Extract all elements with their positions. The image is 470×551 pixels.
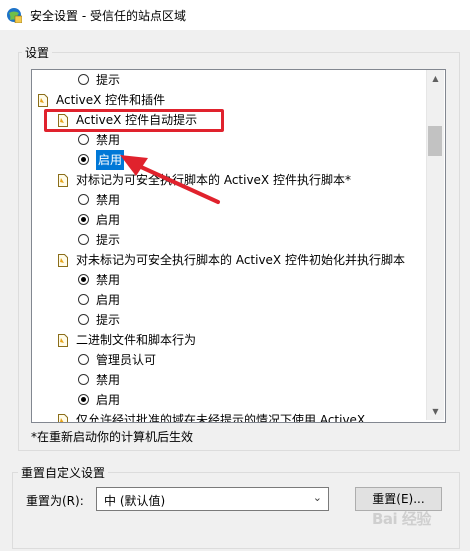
chevron-down-icon: ⌄ [312, 491, 322, 504]
radio-button[interactable] [78, 134, 89, 145]
settings-document-icon [38, 93, 48, 107]
radio-button[interactable] [78, 274, 89, 285]
setting-label: 对未标记为可安全执行脚本的 ActiveX 控件初始化并执行脚本 [76, 253, 405, 267]
settings-document-icon [58, 413, 68, 422]
title-bar: 安全设置 - 受信任的站点区域 [0, 0, 470, 30]
settings-group-label: 设置 [22, 44, 53, 61]
settings-document-icon [58, 173, 68, 187]
settings-document-icon [58, 333, 68, 347]
option-label: 启用 [96, 293, 121, 307]
radio-button[interactable] [78, 394, 89, 405]
scroll-thumb[interactable] [428, 126, 442, 156]
annotation-arrow-icon [120, 155, 220, 204]
radio-button[interactable] [78, 294, 89, 305]
option-label: 启用 [96, 213, 121, 227]
setting-label: 仅允许经过批准的域在未经提示的情况下使用 ActiveX [76, 413, 366, 423]
window-title: 安全设置 - 受信任的站点区域 [30, 9, 186, 23]
scroll-down-icon[interactable]: ▼ [427, 403, 444, 420]
option-label: 管理员认可 [96, 353, 157, 367]
restart-note: *在重新启动你的计算机后生效 [31, 430, 194, 444]
setting-label: 二进制文件和脚本行为 [76, 333, 197, 347]
reset-level-value: 中 (默认值) [104, 494, 166, 508]
settings-document-icon [58, 253, 68, 267]
radio-button[interactable] [78, 374, 89, 385]
option-label: 禁用 [96, 273, 121, 287]
option-label: 提示 [96, 233, 121, 247]
radio-button[interactable] [78, 314, 89, 325]
setting-label: ActiveX 控件和插件 [56, 93, 166, 107]
internet-options-icon [7, 8, 22, 23]
option-label: 启用 [96, 393, 121, 407]
option-label: 提示 [96, 73, 121, 87]
watermark: Bai 经验 [372, 510, 431, 528]
option-label: 禁用 [96, 373, 121, 387]
radio-button[interactable] [78, 194, 89, 205]
annotation-highlight-box [44, 109, 224, 132]
radio-button[interactable] [78, 234, 89, 245]
radio-button[interactable] [78, 354, 89, 365]
reset-level-select[interactable]: 中 (默认值) ⌄ [96, 487, 329, 511]
radio-button[interactable] [78, 154, 89, 165]
tree-scrollbar[interactable]: ▲ ▼ [426, 70, 444, 420]
scroll-up-icon[interactable]: ▲ [427, 70, 444, 87]
radio-button[interactable] [78, 74, 89, 85]
radio-button[interactable] [78, 214, 89, 225]
reset-to-label: 重置为(R): [26, 494, 84, 508]
reset-group-label: 重置自定义设置 [18, 464, 109, 481]
option-label: 提示 [96, 313, 121, 327]
